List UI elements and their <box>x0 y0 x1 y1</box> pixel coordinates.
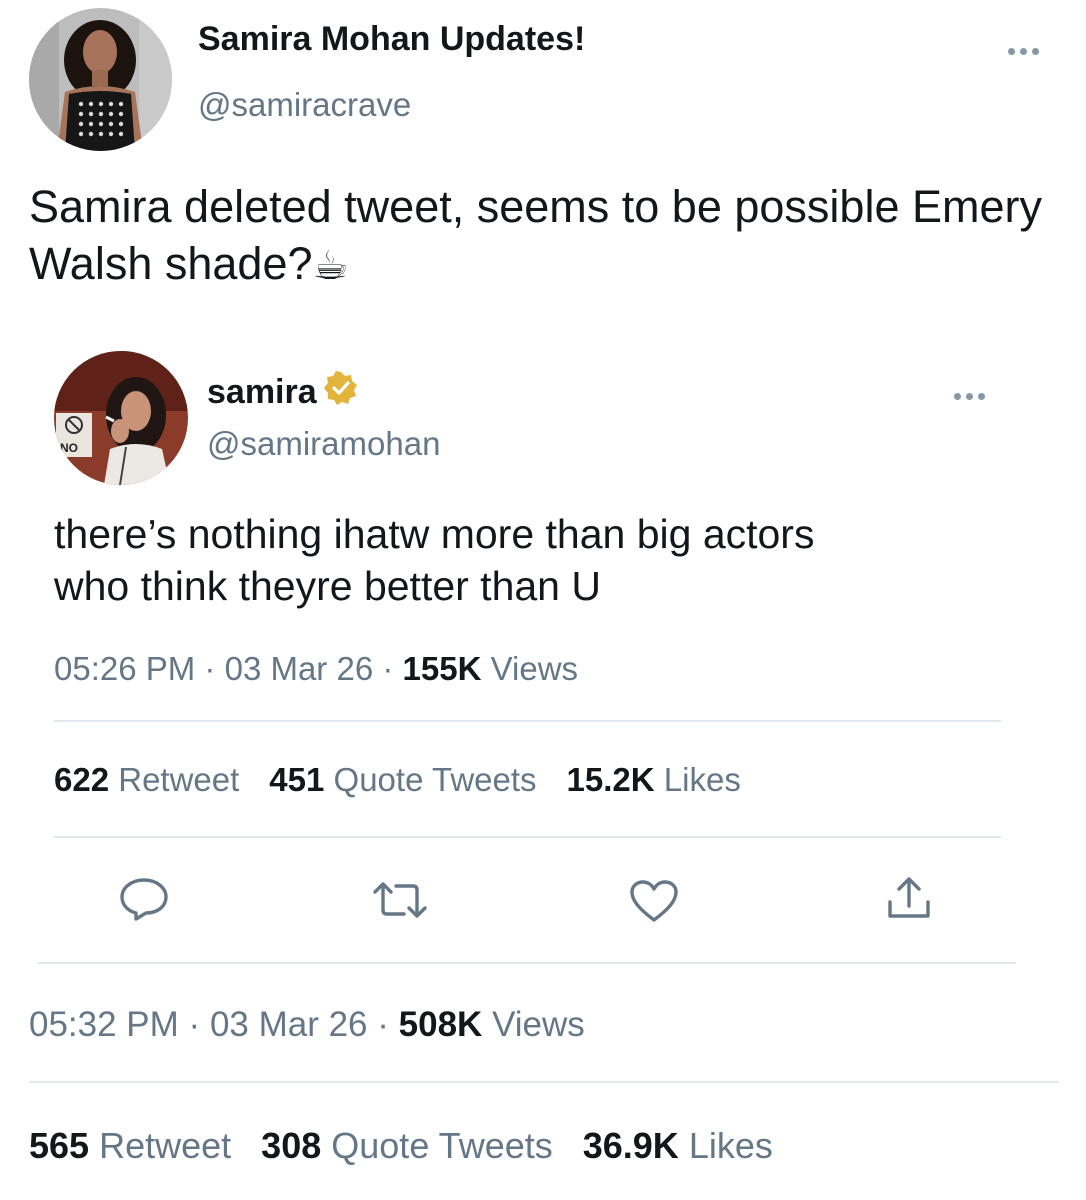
quoted-divider-2 <box>54 836 1001 838</box>
outer-views-count: 508K <box>398 1005 483 1044</box>
quoted-views-label: Views <box>490 650 579 687</box>
quoted-display-name-text: samira <box>207 373 317 411</box>
reply-icon[interactable] <box>118 876 170 922</box>
quoted-date[interactable]: 03 Mar 26 <box>225 650 374 687</box>
no-smoking-sign-text: NO <box>60 441 78 455</box>
quoted-views-count: 155K <box>402 650 482 687</box>
coffee-emoji-icon: ☕ <box>312 243 349 290</box>
quoted-time[interactable]: 05:26 PM <box>54 650 195 687</box>
retweet-icon[interactable] <box>370 878 430 922</box>
quoted-tweet-text-line2: who think theyre better than U <box>54 563 601 610</box>
quoted-tweet-meta: 05:26 PM · 03 Mar 26 · 155K Views <box>54 650 579 687</box>
outer-tweet-meta: 05:32 PM · 03 Mar 26 · 508K Views <box>29 1005 585 1044</box>
share-icon[interactable] <box>884 874 934 922</box>
quoted-display-name[interactable]: samira <box>207 370 359 415</box>
outer-tweet-text: Samira deleted tweet, seems to be possib… <box>29 178 1069 292</box>
quoted-quotes-stat[interactable]: 451 Quote Tweets <box>269 761 536 798</box>
like-icon[interactable] <box>628 878 680 924</box>
outer-divider-2 <box>29 1081 1059 1083</box>
quoted-retweets-stat[interactable]: 622 Retweet <box>54 761 239 798</box>
quoted-handle[interactable]: @samiramohan <box>207 425 440 463</box>
outer-tweet-text-content: Samira deleted tweet, seems to be possib… <box>29 181 1042 290</box>
outer-more-icon[interactable] <box>1008 48 1039 55</box>
outer-date[interactable]: 03 Mar 26 <box>210 1005 368 1044</box>
quoted-likes-stat[interactable]: 15.2K Likes <box>567 761 741 798</box>
verified-badge-icon <box>323 370 359 415</box>
outer-retweets-stat[interactable]: 565 Retweet <box>29 1125 231 1166</box>
outer-display-name[interactable]: Samira Mohan Updates! <box>198 20 585 59</box>
outer-avatar[interactable] <box>29 8 172 151</box>
quoted-divider-1 <box>54 720 1001 722</box>
quoted-stats: 622 Retweet 451 Quote Tweets 15.2K Likes <box>54 761 771 799</box>
outer-views-label: Views <box>492 1005 585 1044</box>
quoted-more-icon[interactable] <box>954 393 985 400</box>
outer-handle[interactable]: @samiracrave <box>198 86 411 124</box>
outer-quotes-stat[interactable]: 308 Quote Tweets <box>261 1125 553 1166</box>
quoted-tweet-text: there’s nothing ihatw more than big acto… <box>54 508 1014 612</box>
outer-stats: 565 Retweet 308 Quote Tweets 36.9K Likes <box>29 1125 803 1167</box>
outer-likes-stat[interactable]: 36.9K Likes <box>583 1125 773 1166</box>
quoted-tweet-text-line1: there’s nothing ihatw more than big acto… <box>54 511 815 557</box>
outer-divider-1 <box>38 962 1016 964</box>
quoted-avatar[interactable]: NO <box>54 351 188 485</box>
outer-time[interactable]: 05:32 PM <box>29 1005 179 1044</box>
